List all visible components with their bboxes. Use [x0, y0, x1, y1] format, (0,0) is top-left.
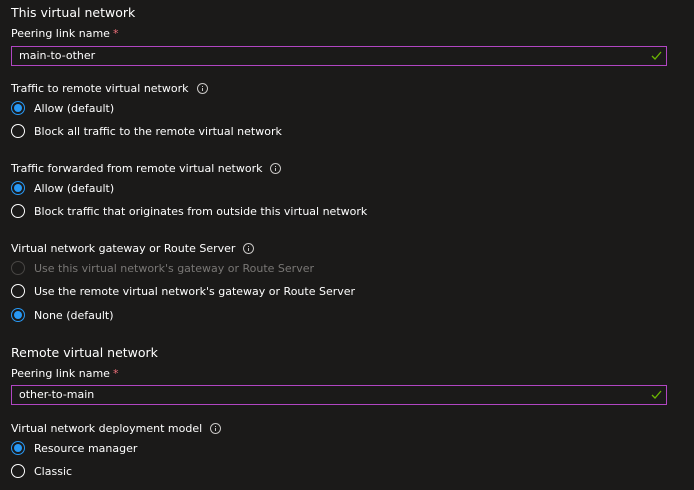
traffic-forwarded-allow-option[interactable]: Allow (default) [11, 179, 114, 197]
deployment-resource-manager-option[interactable]: Resource manager [11, 439, 137, 457]
traffic-to-remote-allow-label: Allow (default) [34, 101, 115, 115]
remote-network-section-title: Remote virtual network [11, 345, 158, 360]
remote-peering-link-value: other-to-main [19, 388, 95, 401]
this-network-section-title: This virtual network [11, 5, 136, 20]
gateway-use-remote-option[interactable]: Use the remote virtual network's gateway… [11, 282, 355, 300]
info-icon[interactable] [210, 423, 222, 434]
deployment-model-label-text: Virtual network deployment model [11, 422, 203, 435]
this-peering-link-input[interactable]: main-to-other [11, 46, 667, 66]
traffic-to-remote-label-text: Traffic to remote virtual network [11, 82, 189, 95]
gateway-use-remote-label: Use the remote virtual network's gateway… [34, 284, 356, 298]
remote-peering-link-label: Peering link name * [11, 367, 118, 380]
radio-unselected-icon[interactable] [11, 124, 25, 138]
radio-unselected-icon[interactable] [11, 204, 25, 218]
deployment-classic-label: Classic [34, 464, 73, 478]
gateway-use-this-label: Use this virtual network's gateway or Ro… [34, 261, 315, 275]
deployment-model-label: Virtual network deployment model [11, 422, 222, 435]
remote-peering-link-label-text: Peering link name [11, 367, 110, 380]
traffic-to-remote-block-label: Block all traffic to the remote virtual … [34, 124, 282, 138]
this-peering-link-label: Peering link name * [11, 27, 118, 40]
traffic-to-remote-label: Traffic to remote virtual network [11, 82, 208, 95]
info-icon[interactable] [270, 163, 282, 174]
deployment-resource-manager-label: Resource manager [34, 441, 138, 455]
traffic-to-remote-block-option[interactable]: Block all traffic to the remote virtual … [11, 122, 282, 140]
traffic-to-remote-allow-option[interactable]: Allow (default) [11, 99, 114, 117]
info-icon[interactable] [243, 243, 255, 254]
traffic-forwarded-block-label: Block traffic that originates from outsi… [34, 204, 368, 218]
traffic-forwarded-label-text: Traffic forwarded from remote virtual ne… [11, 162, 263, 175]
traffic-forwarded-block-option[interactable]: Block traffic that originates from outsi… [11, 202, 367, 220]
traffic-forwarded-allow-label: Allow (default) [34, 181, 115, 195]
radio-disabled-icon [11, 261, 25, 275]
gateway-none-label: None (default) [34, 308, 114, 322]
radio-selected-icon[interactable] [11, 181, 25, 195]
check-icon [651, 51, 662, 60]
info-icon[interactable] [196, 83, 208, 94]
radio-unselected-icon[interactable] [11, 284, 25, 298]
traffic-forwarded-label: Traffic forwarded from remote virtual ne… [11, 162, 282, 175]
gateway-label-text: Virtual network gateway or Route Server [11, 242, 236, 255]
gateway-none-option[interactable]: None (default) [11, 306, 113, 324]
radio-selected-icon[interactable] [11, 101, 25, 115]
this-peering-link-value: main-to-other [19, 49, 96, 62]
required-marker: * [112, 367, 119, 380]
required-marker: * [112, 27, 119, 40]
gateway-label: Virtual network gateway or Route Server [11, 242, 255, 255]
radio-unselected-icon[interactable] [11, 464, 25, 478]
gateway-use-this-option: Use this virtual network's gateway or Ro… [11, 259, 314, 277]
this-peering-link-label-text: Peering link name [11, 27, 110, 40]
radio-selected-icon[interactable] [11, 441, 25, 455]
radio-selected-icon[interactable] [11, 308, 25, 322]
remote-peering-link-input[interactable]: other-to-main [11, 385, 667, 405]
deployment-classic-option[interactable]: Classic [11, 462, 72, 480]
check-icon [651, 390, 662, 399]
